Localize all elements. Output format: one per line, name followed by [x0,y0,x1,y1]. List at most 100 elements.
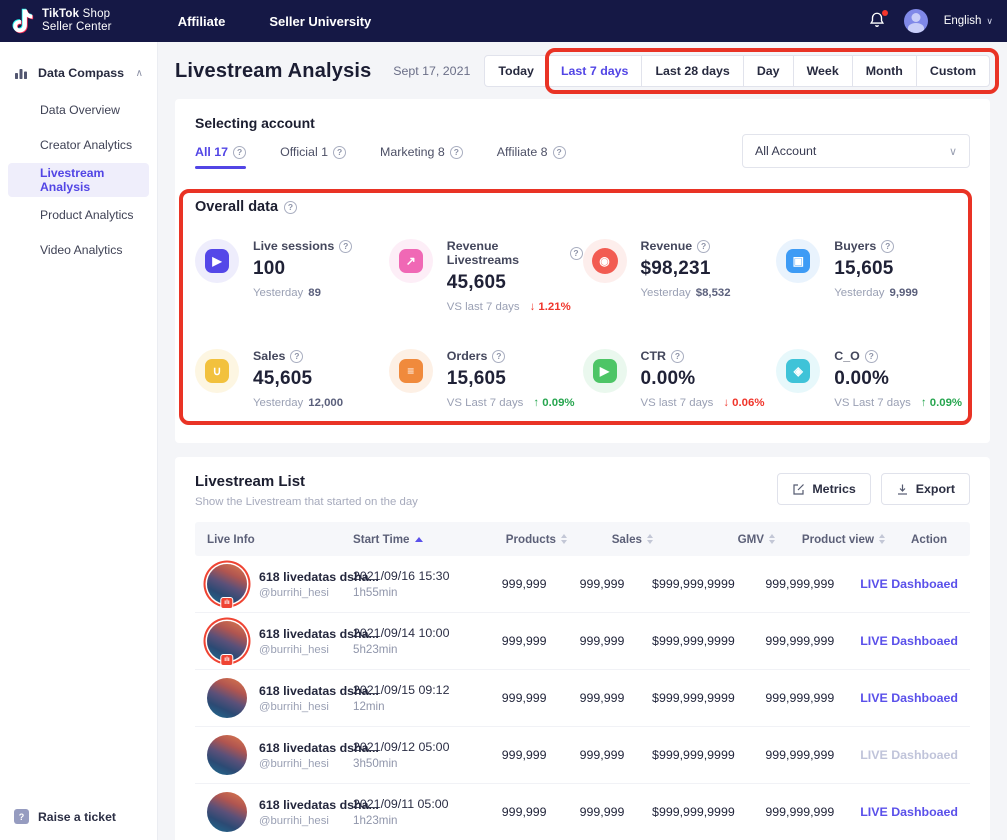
help-icon[interactable] [697,240,710,253]
date-range-group: Today Last 7 days Last 28 days Day Week … [484,55,990,87]
metric-sub-value: $8,532 [696,287,731,299]
table-row: 618 livedatas dsha... @burrihi_hesi 2021… [195,556,970,613]
sidebar-section-data-compass[interactable]: Data Compass ∧ [0,54,157,92]
product-view-value: 999,999,999 [735,634,835,648]
date-range-button[interactable]: Custom [916,55,990,87]
sidebar: Data Compass ∧ Data Overview Creator Ana… [0,42,158,840]
metric-value: 15,605 [447,368,575,390]
account-tab[interactable]: Official 1 [280,145,346,169]
duration: 5h23min [353,643,469,656]
nav-link-affiliate[interactable]: Affiliate [178,14,226,29]
sales-value: 999,999 [547,577,625,591]
metric-label: Buyers [834,239,876,253]
help-icon[interactable] [570,247,583,260]
metric-delta: ↓ 0.06% [723,397,764,409]
help-icon[interactable] [333,146,346,159]
gmv-value: $999,999,9999 [624,748,734,762]
metric-comparison: Yesterday 12,000 [253,397,348,409]
help-icon[interactable] [233,146,246,159]
help-icon[interactable] [339,240,352,253]
live-dashboard-link[interactable]: LIVE Dashboaed [860,805,958,819]
date-range-button[interactable]: Month [852,55,917,87]
sidebar-item[interactable]: Product Analytics [8,198,149,232]
start-time: 2021/09/14 10:00 [353,626,469,640]
metric-value: $98,231 [641,258,736,280]
date-range-button[interactable]: Week [793,55,853,87]
products-value: 999,999 [469,748,547,762]
sidebar-item-label: Data Overview [40,103,120,117]
col-live-info: Live Info [207,533,353,546]
col-product-view[interactable]: Product view [775,533,885,546]
metric-card: ≡ Orders 15,605 VS Last 7 days [389,349,583,409]
help-icon[interactable] [881,240,894,253]
metric-comparison: VS Last 7 days ↑ 0.09% [834,397,962,409]
help-icon[interactable] [865,350,878,363]
metric-icon: ▶ [593,359,617,383]
help-icon[interactable] [492,350,505,363]
start-time: 2021/09/11 05:00 [353,797,469,811]
help-icon[interactable] [450,146,463,159]
col-start-time[interactable]: Start Time [353,533,481,546]
table-row: 618 livedatas dsha... @burrihi_hesi 2021… [195,784,970,840]
sidebar-item[interactable]: Livestream Analysis [8,163,149,197]
account-dropdown[interactable]: All Account ∨ [742,134,970,168]
metric-delta: ↑ 0.09% [921,397,962,409]
live-dashboard-link[interactable]: LIVE Dashboaed [860,748,958,762]
livestream-list-subtitle: Show the Livestream that started on the … [195,496,418,508]
start-time: 2021/09/15 09:12 [353,683,469,697]
col-gmv[interactable]: GMV [653,533,775,546]
help-icon[interactable] [553,146,566,159]
metric-comparison: VS last 7 days ↓ 1.21% [447,301,583,313]
products-value: 999,999 [469,634,547,648]
tiktok-shop-logo[interactable]: TikTok Shop Seller Center [10,8,112,34]
metric-icon: ∪ [205,359,229,383]
date-range-button[interactable]: Today [484,55,548,87]
gmv-value: $999,999,9999 [624,691,734,705]
help-icon[interactable] [290,350,303,363]
metric-icon-halo: ∪ [195,349,239,393]
raise-a-ticket[interactable]: ? Raise a ticket [14,809,116,824]
metric-icon-halo: ◉ [583,239,627,283]
date-range-button[interactable]: Day [743,55,794,87]
notifications-bell-icon[interactable] [868,11,888,31]
metric-icon: ▶ [205,249,229,273]
col-products[interactable]: Products [481,533,567,546]
account-tab[interactable]: Marketing 8 [380,145,463,169]
metric-icon-halo: ≡ [389,349,433,393]
livestream-avatar [207,621,247,661]
help-icon[interactable] [671,350,684,363]
metric-icon-halo: ◈ [776,349,820,393]
metric-sub-value: 89 [308,287,321,299]
help-icon[interactable] [284,201,297,214]
table-row: 618 livedatas dsha... @burrihi_hesi 2021… [195,670,970,727]
live-dashboard-link[interactable]: LIVE Dashboaed [860,577,958,591]
account-tab[interactable]: All 17 [195,145,246,169]
live-dashboard-link[interactable]: LIVE Dashboaed [860,691,958,705]
metric-label: C_O [834,349,859,363]
date-range-button[interactable]: Last 7 days [547,55,643,87]
sidebar-item[interactable]: Video Analytics [8,233,149,267]
live-dashboard-link[interactable]: LIVE Dashboaed [860,634,958,648]
metric-sub-value: 9,999 [890,287,919,299]
language-selector[interactable]: English∨ [944,15,993,27]
table-row: 618 livedatas dsha... @burrihi_hesi 2021… [195,613,970,670]
export-button[interactable]: Export [881,473,970,505]
metric-value: 45,605 [447,272,583,294]
metric-value: 15,605 [834,258,923,280]
date-range-button[interactable]: Last 28 days [641,55,743,87]
sidebar-item[interactable]: Creator Analytics [8,128,149,162]
metrics-button[interactable]: Metrics [777,473,870,505]
account-tab[interactable]: Affiliate 8 [497,145,566,169]
metric-label: Live sessions [253,239,334,253]
col-sales[interactable]: Sales [567,533,653,546]
metric-comparison: VS Last 7 days ↑ 0.09% [447,397,575,409]
overall-data-section: Overall data ▶ Live sessions [195,199,970,409]
nav-link-seller-university[interactable]: Seller University [269,14,371,29]
sidebar-item[interactable]: Data Overview [8,93,149,127]
duration: 12min [353,700,469,713]
sort-asc-icon [415,537,423,542]
metrics-grid: ▶ Live sessions 100 Yesterday [195,239,970,409]
user-avatar[interactable] [904,9,928,33]
metric-sub-label: Yesterday [834,287,884,299]
duration: 3h50min [353,757,469,770]
